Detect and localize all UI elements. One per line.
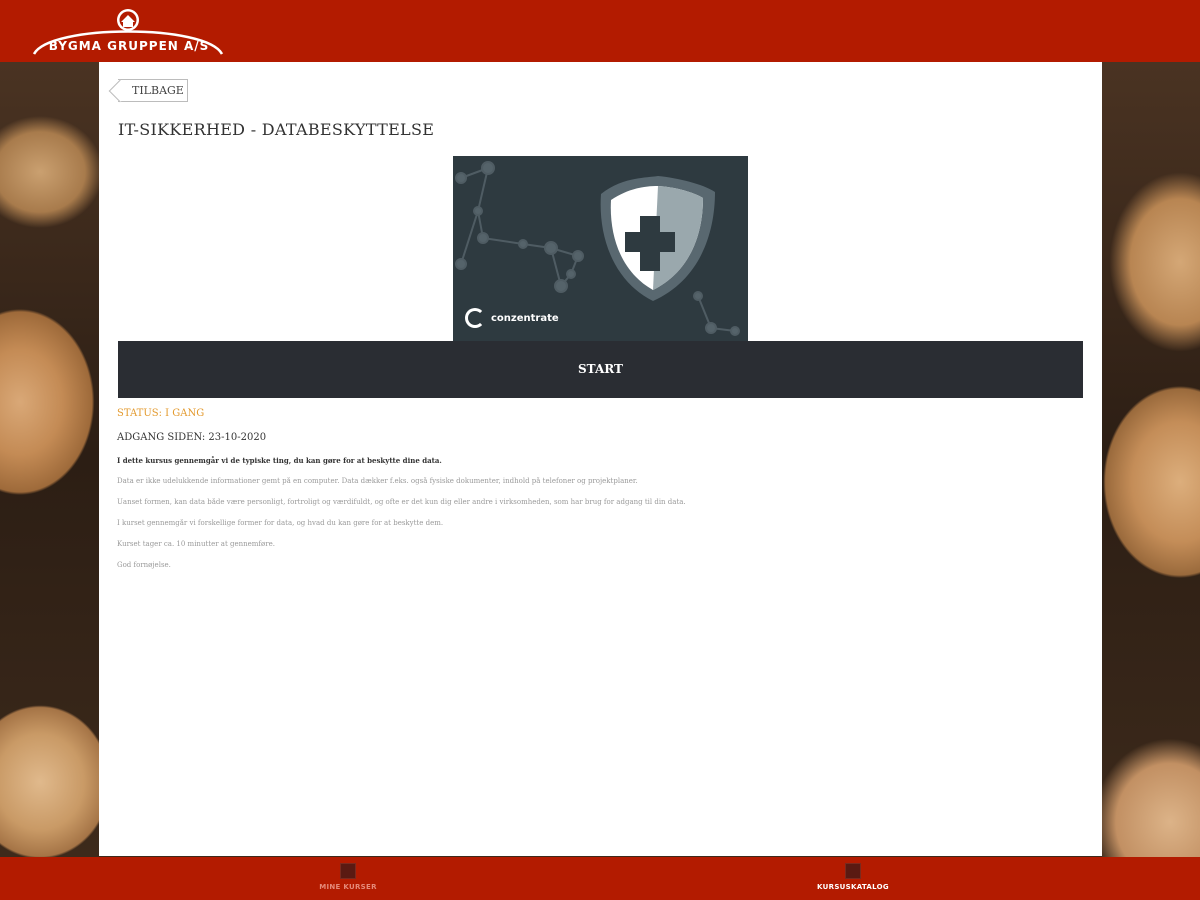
status-label: STATUS: I GANG [117, 408, 205, 419]
home-icon [340, 863, 356, 879]
conzentrate-brand: conzentrate [465, 308, 559, 328]
access-date: ADGANG SIDEN: 23-10-2020 [117, 432, 267, 443]
bygma-logo[interactable]: BYGMA GRUPPEN A/S [30, 6, 226, 58]
description-intro: I dette kursus gennemgår vi de typiske t… [117, 456, 442, 465]
description-line: Uanset formen, kan data både være person… [117, 498, 686, 506]
logo-text: BYGMA GRUPPEN A/S [48, 39, 210, 53]
back-button[interactable]: TILBAGE [118, 79, 188, 102]
description-line: I kurset gennemgår vi forskellige former… [117, 519, 444, 527]
catalog-icon [845, 863, 861, 879]
start-button[interactable]: START [118, 341, 1083, 398]
conzentrate-logo-icon [465, 308, 485, 328]
course-image: conzentrate [453, 156, 748, 342]
description-line: Kurset tager ca. 10 minutter at gennemfø… [117, 540, 275, 548]
nav-label: KURSUSKATALOG [817, 883, 889, 891]
page-title: IT-SIKKERHED - DATABESKYTTELSE [118, 120, 435, 139]
brand-label: conzentrate [491, 312, 559, 324]
description-line: Data er ikke udelukkende informationer g… [117, 477, 638, 485]
back-button-label: TILBAGE [132, 84, 184, 97]
nav-mine-kurser[interactable]: MINE KURSER [268, 863, 428, 891]
bottom-nav: MINE KURSER KURSUSKATALOG [0, 857, 1200, 900]
nav-label: MINE KURSER [319, 883, 377, 891]
description-line: God fornøjelse. [117, 561, 171, 569]
course-panel: TILBAGE IT-SIKKERHED - DATABESKYTTELSE c… [99, 62, 1102, 856]
nav-kursuskatalog[interactable]: KURSUSKATALOG [773, 863, 933, 891]
app-header: BYGMA GRUPPEN A/S [0, 0, 1200, 62]
